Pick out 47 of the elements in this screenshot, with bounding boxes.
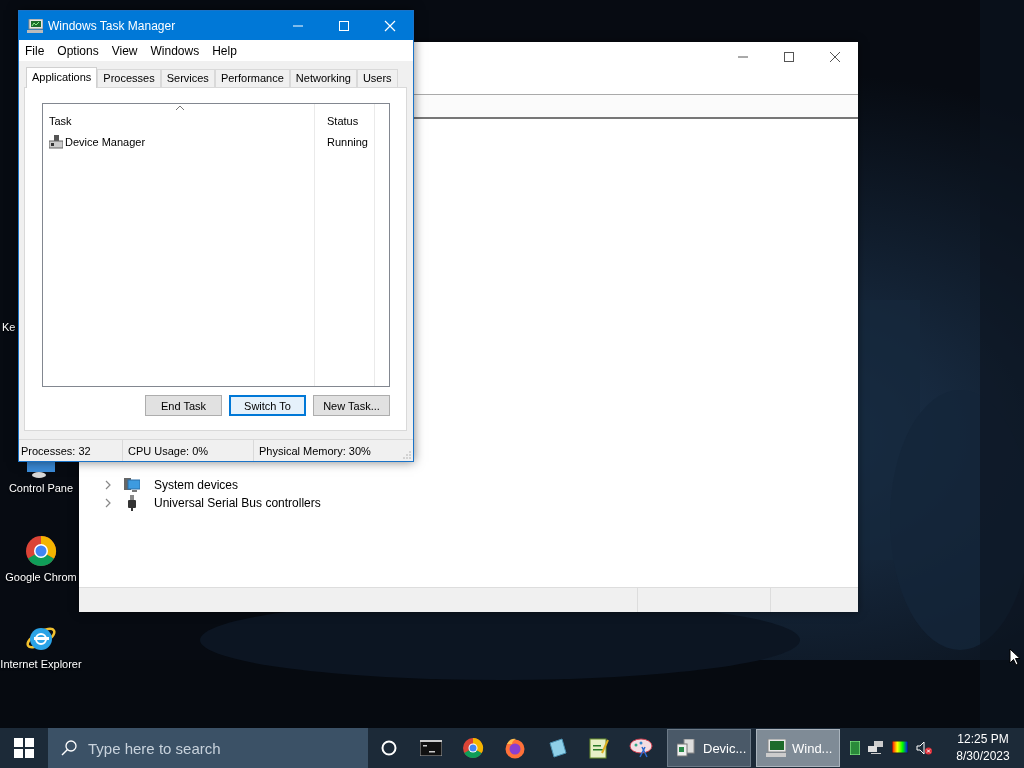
search-icon <box>61 740 77 756</box>
chrome-icon[interactable] <box>25 535 57 567</box>
menu-item[interactable]: View <box>111 43 145 58</box>
dialog-button[interactable]: End Task <box>145 395 222 416</box>
tab[interactable]: Services <box>160 69 215 87</box>
menu-item[interactable]: Options <box>57 43 106 58</box>
dialog-button[interactable]: Switch To <box>229 395 306 416</box>
window-title: Windows Task Manager <box>48 18 177 33</box>
desktop-icon-label[interactable]: Internet Explorer <box>0 658 82 670</box>
network-icon[interactable] <box>868 741 884 755</box>
tree-item[interactable]: Universal Serial Bus controllers <box>154 496 321 510</box>
monitor-icon <box>766 739 786 757</box>
tab[interactable]: Users <box>356 69 398 87</box>
menu-item[interactable]: Windows <box>150 43 207 58</box>
clock-time: 12:25 PM <box>957 731 1009 748</box>
meter-icon[interactable] <box>850 741 860 755</box>
clock[interactable]: 12:25 PM 8/30/2023 <box>952 731 1014 765</box>
windows-logo-icon <box>14 738 34 758</box>
desktop-icon-label[interactable]: Ke <box>2 321 16 333</box>
color-display-icon[interactable] <box>892 741 908 755</box>
table-cell[interactable]: Device Manager <box>65 135 146 148</box>
menu-item[interactable]: Help <box>212 43 244 58</box>
search-field[interactable]: Type here to search <box>48 728 368 768</box>
tab[interactable]: Applications <box>26 67 98 88</box>
monitor-icon <box>27 18 43 33</box>
column-header[interactable]: Task <box>43 114 321 127</box>
device-manager-icon <box>677 739 697 757</box>
table-cell-text: Running <box>326 135 368 148</box>
device-manager-icon <box>49 134 63 149</box>
status-text: CPU Usage: 0% <box>123 440 254 461</box>
dialog-button[interactable]: New Task... <box>313 395 390 416</box>
mouse-cursor-icon <box>1009 648 1021 666</box>
column-header[interactable]: Status <box>321 114 359 127</box>
tab[interactable]: Performance <box>214 69 290 87</box>
taskbar-button[interactable]: Devic... <box>667 729 751 767</box>
monitor-icon <box>124 478 140 492</box>
resize-grip-icon[interactable] <box>403 451 411 459</box>
desktop-icon-label[interactable]: Google Chrom <box>5 571 77 583</box>
status-text: Physical Memory: 30% <box>258 443 372 459</box>
menu-item[interactable]: File <box>25 43 52 58</box>
tab[interactable]: Processes <box>97 69 161 87</box>
clock-date: 8/30/2023 <box>956 748 1010 765</box>
tree-item[interactable]: System devices <box>154 478 239 492</box>
muted-speaker-icon[interactable] <box>916 741 932 755</box>
status-text: Processes: 32 <box>19 440 123 461</box>
desktop-icon-label[interactable]: Control Pane <box>8 482 74 494</box>
tab[interactable]: Networking <box>289 69 357 87</box>
